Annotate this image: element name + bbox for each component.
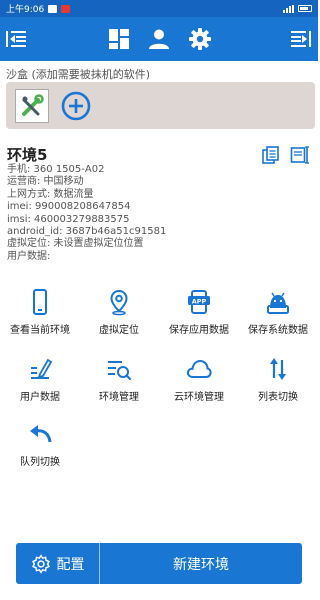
queue-switch-label: 队列切换 [20, 457, 60, 468]
environment-title: 环境5 [7, 146, 48, 164]
view-env-label: 查看当前环境 [10, 325, 70, 336]
status-bar: 上午9:06 [0, 0, 318, 17]
view-env-button[interactable]: 查看当前环境 [0, 288, 80, 336]
add-app-button[interactable] [60, 90, 92, 122]
save-app-data-button[interactable]: APP 保存应用数据 [159, 288, 239, 336]
sandbox-container [6, 82, 315, 129]
cloud-icon [186, 359, 212, 378]
cloud-env-manage-label: 云环境管理 [174, 392, 224, 403]
android-save-icon [267, 292, 289, 314]
cloud-env-manage-button[interactable]: 云环境管理 [159, 355, 239, 403]
info-imsi: imsi: 460003279883575 [7, 213, 130, 225]
save-app-data-label: 保存应用数据 [169, 325, 229, 336]
info-android-id: android_id: 3687b46a51c91581 [7, 226, 167, 238]
queue-switch-button[interactable]: 队列切换 [0, 420, 80, 468]
tools-icon [19, 93, 45, 119]
menu-expand-icon [291, 31, 311, 47]
env-manage-button[interactable]: 环境管理 [79, 355, 159, 403]
virtual-location-button[interactable]: 虚拟定位 [79, 288, 159, 336]
svg-text:APP: APP [192, 297, 207, 305]
user-data-label: 用户数据 [20, 392, 60, 403]
location-pin-icon [110, 289, 128, 316]
sandbox-app[interactable] [15, 89, 49, 123]
user-icon [149, 29, 169, 49]
info-virtual-location: 虚拟定位: 未设置虚拟定位位置 [7, 238, 144, 250]
signal-icon [283, 4, 294, 13]
undo-arrow-icon [30, 425, 52, 443]
new-environment-button[interactable]: 新建环境 [100, 543, 302, 584]
status-time: 上午9:06 [6, 5, 45, 15]
info-imei: imei: 990008208647854 [7, 201, 131, 213]
settings-icon [189, 28, 211, 50]
battery-icon [298, 5, 312, 12]
info-carrier: 运营商: 中国移动 [7, 176, 84, 188]
list-switch-button[interactable]: 列表切换 [238, 355, 318, 403]
user-data-button[interactable]: 用户数据 [0, 355, 80, 403]
info-phone: 手机: 360 1505-A02 [7, 164, 105, 175]
config-label: 配置 [56, 556, 85, 573]
dashboard-icon [109, 29, 129, 49]
environment-info: 手机: 360 1505-A02 运营商: 中国移动 上网方式: 数据流量 im… [7, 164, 166, 263]
menu-collapse-icon [6, 31, 26, 47]
bottom-bar: 配置 新建环境 [16, 543, 302, 584]
dashboard-button[interactable] [106, 26, 132, 52]
menu-collapse-button[interactable] [3, 26, 29, 52]
settings-icon [31, 553, 50, 574]
edit-info-button[interactable] [290, 145, 310, 169]
env-manage-label: 环境管理 [99, 392, 139, 403]
app-save-icon: APP [188, 290, 210, 314]
search-list-icon [108, 361, 132, 381]
sandbox-label: 沙盒 (添加需要被抹机的软件) [6, 68, 151, 81]
virtual-location-label: 虚拟定位 [99, 325, 139, 336]
phone-icon [33, 289, 47, 315]
copy-info-button[interactable] [261, 145, 281, 169]
copy-icon [262, 146, 279, 164]
edit-document-icon [31, 358, 53, 379]
info-network: 上网方式: 数据流量 [7, 188, 94, 200]
save-system-data-label: 保存系统数据 [248, 325, 308, 336]
add-circle-icon [61, 91, 91, 121]
text-edit-icon [290, 146, 309, 164]
notification-icon [48, 4, 58, 13]
user-button[interactable] [146, 26, 172, 52]
new-environment-label: 新建环境 [173, 556, 229, 573]
config-button[interactable]: 配置 [16, 543, 100, 584]
menu-expand-button[interactable] [288, 26, 314, 52]
settings-button[interactable] [187, 26, 213, 52]
app-notification-icon [61, 4, 71, 13]
app-bar [0, 17, 318, 61]
swap-vertical-icon [270, 358, 286, 380]
list-switch-label: 列表切换 [258, 392, 298, 403]
info-user-data: 用户数据: [7, 250, 51, 262]
save-system-data-button[interactable]: 保存系统数据 [238, 288, 318, 336]
